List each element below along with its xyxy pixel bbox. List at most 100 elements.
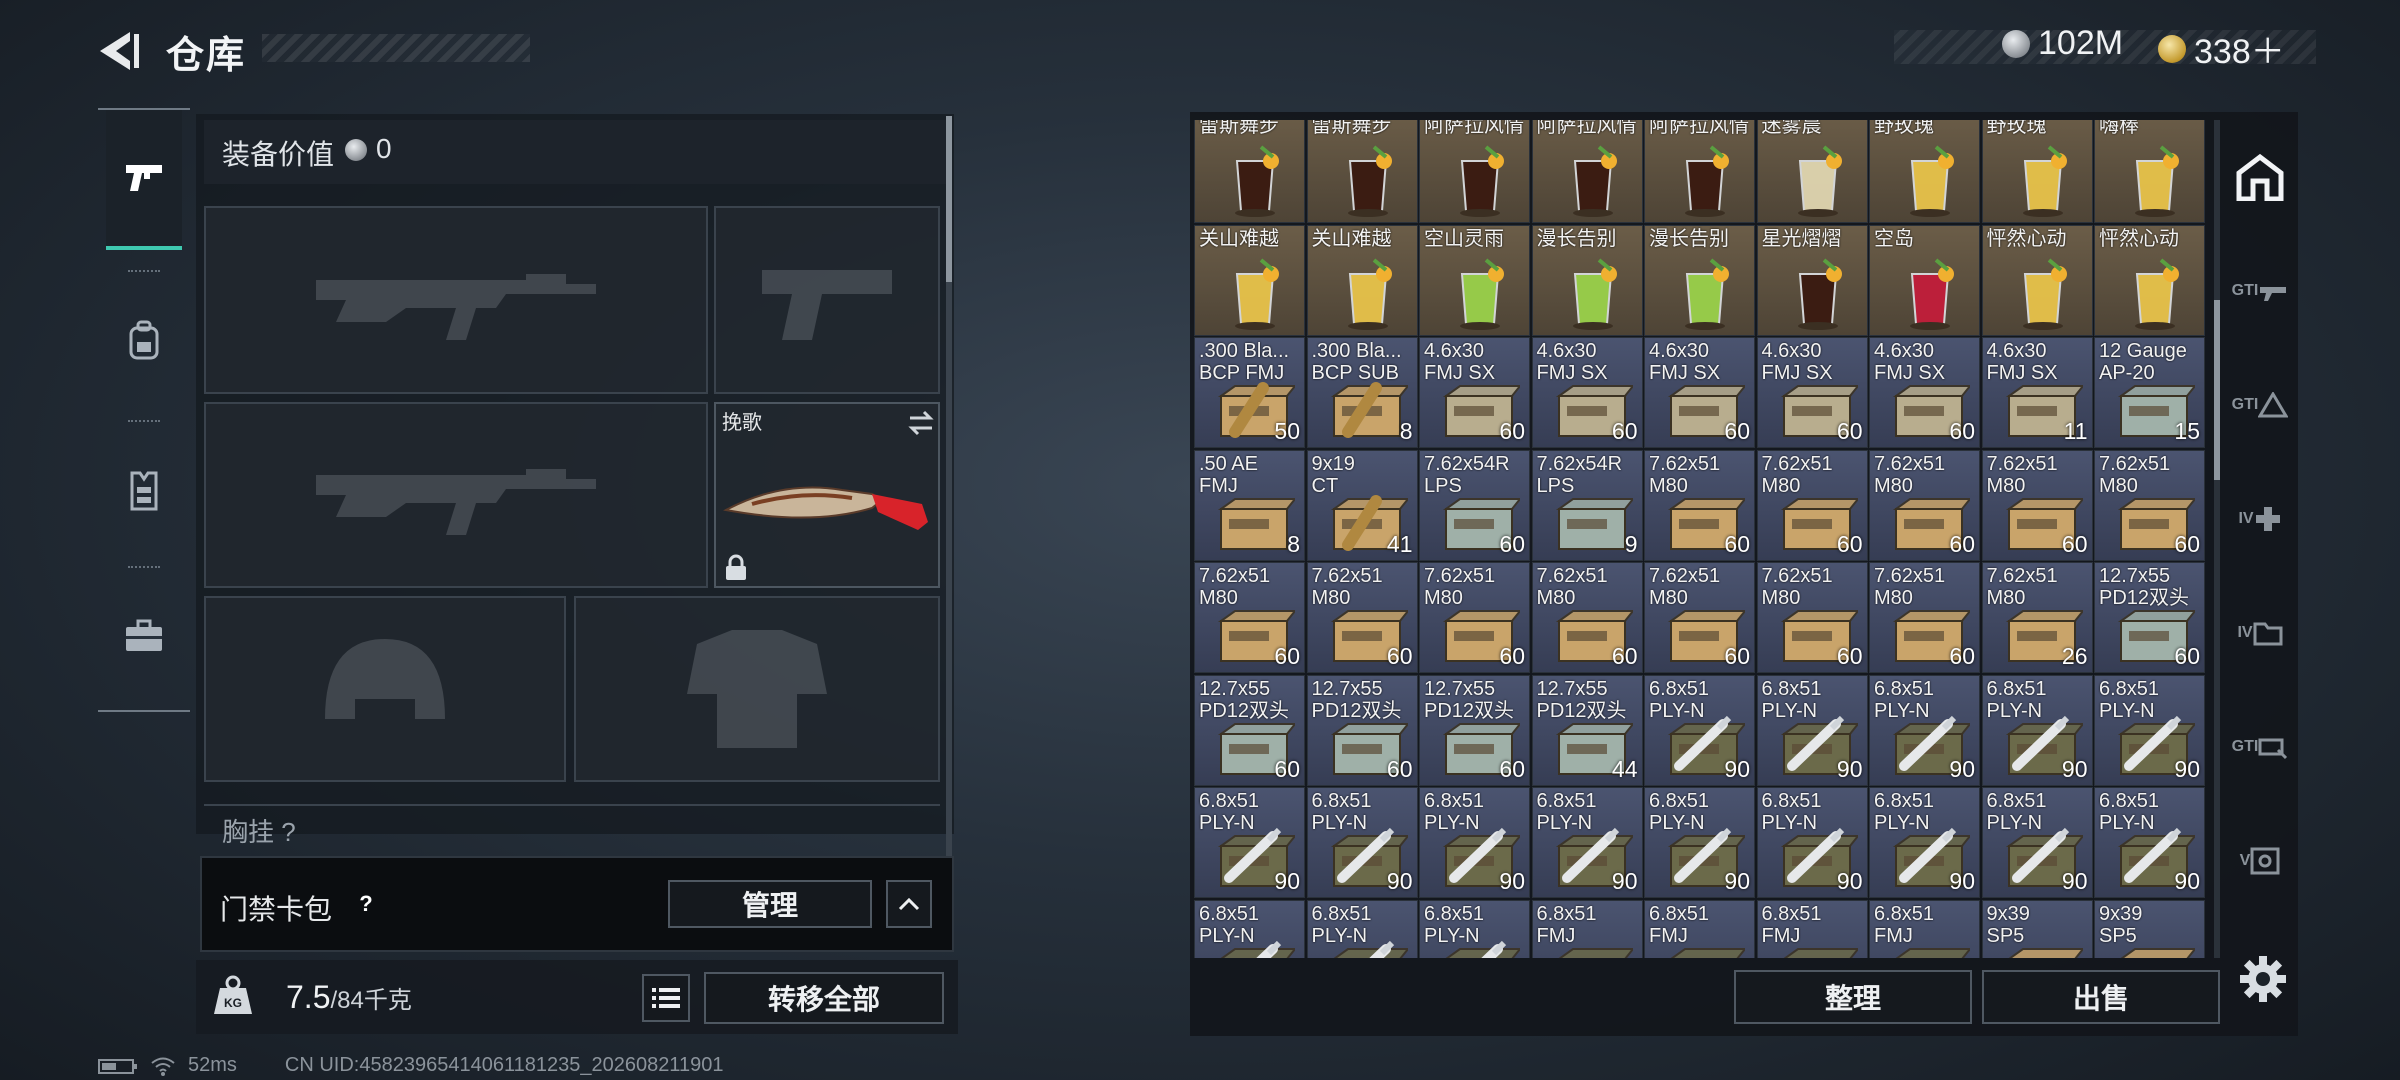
ammo-item-cell[interactable]: 4.6x30 FMJ SX 60 [1419, 337, 1530, 448]
ammo-item-cell[interactable]: 12.7x55 PD12双头 44 [1531, 674, 1643, 786]
primary-weapon-slot[interactable] [204, 206, 708, 394]
ammo-item-cell[interactable]: 7.62x51 M80 60 [1531, 562, 1643, 673]
drink-item-cell[interactable]: 迷雾晨 [1756, 120, 1868, 223]
ammo-item-cell[interactable]: 6.8x51 PLY-N 90 [1756, 787, 1868, 898]
back-arrow-icon[interactable] [96, 28, 142, 74]
ammo-item-cell[interactable]: 4.6x30 FMJ SX 60 [1869, 337, 1980, 448]
tab-home[interactable] [2222, 132, 2298, 222]
ammo-item-cell[interactable]: 12.7x55 PD12双头 60 [1306, 674, 1418, 786]
ammo-item-cell[interactable]: 7.62x51 M80 60 [1644, 449, 1755, 561]
drink-item-cell[interactable]: 关山难越 [1194, 224, 1305, 336]
ammo-item-cell[interactable]: .50 AE FMJ 8 [1194, 449, 1305, 561]
nav-item-weapons[interactable] [106, 110, 182, 250]
ammo-item-cell[interactable]: 7.62x51 M80 60 [1419, 562, 1530, 673]
ammo-item-cell[interactable]: 12.7x55 PD12双头 60 [1419, 674, 1530, 786]
ammo-item-cell[interactable]: 6.8x51 PLY-N 90 [1644, 787, 1755, 898]
drink-item-cell[interactable]: 空山灵雨 [1419, 224, 1530, 336]
ammo-item-cell[interactable]: 7.62x51 M80 26 [1981, 562, 2093, 673]
tab-iv-storage[interactable]: IV [2222, 588, 2298, 678]
ammo-item-cell[interactable]: .300 Bla... BCP SUB 8 [1306, 337, 1418, 448]
currency-gold[interactable]: 338＋ [2158, 24, 2285, 73]
helmet-slot[interactable] [204, 596, 566, 782]
nav-item-backpack[interactable] [106, 272, 182, 408]
ammo-item-cell[interactable]: 6.8x51 PLY-N 90 [2094, 674, 2205, 786]
ammo-item-cell[interactable]: 6.8x51 PLY-N 90 [1756, 674, 1868, 786]
tab-gti-weapon[interactable]: GTI [2222, 246, 2298, 336]
ammo-item-cell[interactable]: 12.7x55 PD12双头 60 [2094, 562, 2205, 673]
melee-slot[interactable]: 挽歌 [714, 402, 940, 588]
help-icon[interactable]: ? [352, 890, 380, 918]
ammo-item-cell[interactable]: 4.6x30 FMJ SX 11 [1981, 337, 2093, 448]
ammo-item-cell[interactable]: 7.62x51 M80 60 [1869, 449, 1980, 561]
ammo-item-cell[interactable]: 7.62x54R LPS 60 [1419, 449, 1530, 561]
ammo-item-cell[interactable]: 6.8x51 PLY-N [1306, 899, 1418, 958]
drink-item-cell[interactable]: 漫长告别 [1531, 224, 1643, 336]
ammo-item-cell[interactable]: 12 Gauge AP-20 15 [2094, 337, 2205, 448]
ammo-item-cell[interactable]: 7.62x51 M80 60 [1756, 562, 1868, 673]
inventory-scrollbar-thumb[interactable] [2214, 300, 2220, 480]
swap-icon[interactable] [906, 410, 936, 436]
ammo-item-cell[interactable]: 6.8x51 FMJ [1756, 899, 1868, 958]
drink-item-cell[interactable]: 阿萨拉风情 [1419, 120, 1530, 223]
ammo-item-cell[interactable]: 6.8x51 PLY-N 90 [1981, 674, 2093, 786]
tab-gti-tools[interactable]: GTI [2222, 702, 2298, 792]
tab-v-safe[interactable]: V [2222, 816, 2298, 906]
ammo-item-cell[interactable]: 6.8x51 PLY-N 90 [1194, 787, 1305, 898]
ammo-item-cell[interactable]: 4.6x30 FMJ SX 60 [1756, 337, 1868, 448]
ammo-item-cell[interactable]: 6.8x51 PLY-N 90 [1869, 787, 1980, 898]
drink-item-cell[interactable]: 阿萨拉风情 [1531, 120, 1643, 223]
pistol-slot[interactable] [714, 206, 940, 394]
loadout-scrollbar-thumb[interactable] [946, 116, 952, 282]
armor-slot[interactable] [574, 596, 940, 782]
manage-button[interactable]: 管理 [668, 880, 872, 928]
gear-icon[interactable] [2238, 954, 2288, 1004]
sell-button[interactable]: 出售 [1982, 970, 2220, 1024]
drink-item-cell[interactable]: 空岛 [1869, 224, 1980, 336]
ammo-item-cell[interactable]: 6.8x51 PLY-N [1194, 899, 1305, 958]
currency-silver[interactable]: 102M [2002, 24, 2123, 63]
ammo-item-cell[interactable]: 9x39 SP5 [2094, 899, 2205, 958]
collapse-button[interactable] [886, 880, 932, 928]
ammo-item-cell[interactable]: 7.62x51 M80 60 [1644, 562, 1755, 673]
ammo-item-cell[interactable]: 4.6x30 FMJ SX 60 [1644, 337, 1755, 448]
drink-item-cell[interactable]: 阿萨拉风情 [1644, 120, 1755, 223]
ammo-item-cell[interactable]: 7.62x51 M80 60 [2094, 449, 2205, 561]
ammo-item-cell[interactable]: 7.62x51 M80 60 [1981, 449, 2093, 561]
ammo-item-cell[interactable]: 6.8x51 FMJ [1531, 899, 1643, 958]
ammo-item-cell[interactable]: 6.8x51 PLY-N 90 [1644, 674, 1755, 786]
nav-item-vest[interactable] [106, 422, 182, 558]
ammo-item-cell[interactable]: 12.7x55 PD12双头 60 [1194, 674, 1305, 786]
list-view-button[interactable] [642, 974, 690, 1022]
ammo-item-cell[interactable]: 6.8x51 PLY-N [1419, 899, 1530, 958]
ammo-item-cell[interactable]: 7.62x54R LPS 9 [1531, 449, 1643, 561]
drink-item-cell[interactable]: 关山难越 [1306, 224, 1418, 336]
drink-item-cell[interactable]: 雷斯舞步 [1194, 120, 1305, 223]
drink-item-cell[interactable]: 雷斯舞步 [1306, 120, 1418, 223]
ammo-item-cell[interactable]: 6.8x51 PLY-N 90 [1981, 787, 2093, 898]
ammo-item-cell[interactable]: 6.8x51 FMJ [1869, 899, 1980, 958]
ammo-item-cell[interactable]: 7.62x51 M80 60 [1306, 562, 1418, 673]
drink-item-cell[interactable]: 野玫瑰 [1981, 120, 2093, 223]
inventory-scrollbar[interactable] [2214, 120, 2220, 958]
ammo-item-cell[interactable]: 9x39 SP5 [1981, 899, 2093, 958]
drink-item-cell[interactable]: 嗨棒 [2094, 120, 2205, 223]
tab-iv-medical[interactable]: IV [2222, 474, 2298, 564]
sort-button[interactable]: 整理 [1734, 970, 1972, 1024]
ammo-item-cell[interactable]: 6.8x51 PLY-N 90 [1531, 787, 1643, 898]
ammo-item-cell[interactable]: 4.6x30 FMJ SX 60 [1531, 337, 1643, 448]
tab-gti-warning[interactable]: GTI [2222, 360, 2298, 450]
ammo-item-cell[interactable]: 6.8x51 PLY-N 90 [1306, 787, 1418, 898]
drink-item-cell[interactable]: 怦然心动 [1981, 224, 2093, 336]
ammo-item-cell[interactable]: 7.62x51 M80 60 [1194, 562, 1305, 673]
drink-item-cell[interactable]: 星光熠熠 [1756, 224, 1868, 336]
drink-item-cell[interactable]: 野玫瑰 [1869, 120, 1980, 223]
ammo-item-cell[interactable]: 6.8x51 FMJ [1644, 899, 1755, 958]
drink-item-cell[interactable]: 漫长告别 [1644, 224, 1755, 336]
nav-item-case[interactable] [106, 568, 182, 704]
ammo-item-cell[interactable]: 7.62x51 M80 60 [1869, 562, 1980, 673]
chest-rig-slot[interactable] [204, 804, 940, 846]
ammo-item-cell[interactable]: 7.62x51 M80 60 [1756, 449, 1868, 561]
ammo-item-cell[interactable]: 9x19 CT 41 [1306, 449, 1418, 561]
ammo-item-cell[interactable]: 6.8x51 PLY-N 90 [1419, 787, 1530, 898]
ammo-item-cell[interactable]: 6.8x51 PLY-N 90 [2094, 787, 2205, 898]
